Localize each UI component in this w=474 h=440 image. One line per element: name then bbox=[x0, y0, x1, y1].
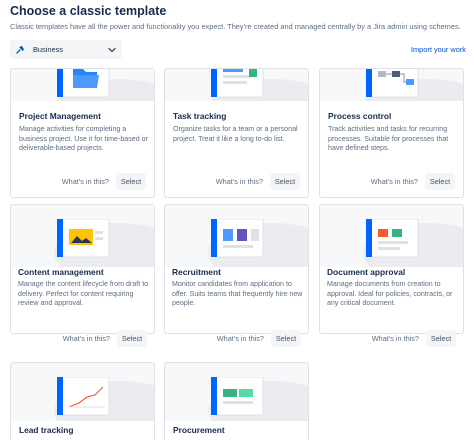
card-hero bbox=[165, 205, 308, 267]
import-your-work-link[interactable]: Import your work bbox=[411, 45, 466, 54]
whats-in-this-link[interactable]: What's in this? bbox=[216, 177, 263, 186]
card-title: Recruitment bbox=[172, 267, 221, 277]
process-flow-illustration bbox=[365, 69, 418, 98]
select-button[interactable]: Select bbox=[425, 173, 455, 190]
template-card-lead-tracking[interactable]: Lead tracking bbox=[10, 362, 155, 440]
card-hero bbox=[320, 69, 463, 101]
select-button[interactable]: Select bbox=[426, 330, 456, 347]
card-title: Process control bbox=[328, 111, 392, 121]
card-description: Organize tasks for a team or a personal … bbox=[173, 125, 298, 143]
folder-illustration bbox=[56, 69, 109, 98]
template-card-task-tracking[interactable]: Task tracking Organize tasks for a team … bbox=[164, 68, 309, 198]
project-type-value: Business bbox=[33, 45, 63, 54]
card-hero bbox=[320, 205, 463, 267]
card-description: Manage documents from creation to approv… bbox=[327, 280, 453, 308]
document-illustration bbox=[365, 219, 418, 258]
card-description: Manage the content lifecycle from draft … bbox=[18, 280, 149, 308]
card-title: Project Management bbox=[19, 111, 101, 121]
card-description: Monitor candidates from application to o… bbox=[172, 280, 303, 308]
candidates-illustration bbox=[210, 219, 263, 258]
card-title: Lead tracking bbox=[19, 425, 74, 435]
procurement-illustration bbox=[210, 377, 263, 416]
content-illustration bbox=[56, 219, 109, 258]
project-type-select[interactable]: Business bbox=[10, 40, 122, 59]
card-hero bbox=[11, 363, 154, 421]
card-hero bbox=[165, 363, 308, 421]
select-button[interactable]: Select bbox=[271, 330, 301, 347]
template-card-process-control[interactable]: Process control Track activities and tas… bbox=[319, 68, 464, 198]
chart-illustration bbox=[56, 377, 109, 416]
whats-in-this-link[interactable]: What's in this? bbox=[217, 334, 264, 343]
whats-in-this-link[interactable]: What's in this? bbox=[62, 177, 109, 186]
whats-in-this-link[interactable]: What's in this? bbox=[371, 177, 418, 186]
template-card-project-management[interactable]: Project Management Manage activities for… bbox=[10, 68, 155, 198]
pin-icon bbox=[16, 45, 25, 54]
select-button[interactable]: Select bbox=[116, 173, 146, 190]
card-title: Task tracking bbox=[173, 111, 227, 121]
select-button[interactable]: Select bbox=[117, 330, 147, 347]
page-title: Choose a classic template bbox=[10, 4, 167, 18]
task-board-illustration bbox=[210, 69, 263, 98]
card-hero bbox=[11, 69, 154, 101]
page-header: Choose a classic template Classic templa… bbox=[10, 4, 468, 31]
card-title: Content management bbox=[18, 267, 104, 277]
card-title: Procurement bbox=[173, 425, 225, 435]
card-hero bbox=[165, 69, 308, 101]
whats-in-this-link[interactable]: What's in this? bbox=[63, 334, 110, 343]
card-title: Document approval bbox=[327, 267, 406, 277]
chevron-down-icon bbox=[108, 47, 116, 52]
select-button[interactable]: Select bbox=[270, 173, 300, 190]
template-card-procurement[interactable]: Procurement bbox=[164, 362, 309, 440]
card-hero bbox=[11, 205, 154, 267]
card-description: Track activities and tasks for recurring… bbox=[328, 125, 449, 153]
card-description: Manage activities for completing a busin… bbox=[19, 125, 148, 153]
whats-in-this-link[interactable]: What's in this? bbox=[372, 334, 419, 343]
page-subtitle: Classic templates have all the power and… bbox=[10, 22, 461, 31]
